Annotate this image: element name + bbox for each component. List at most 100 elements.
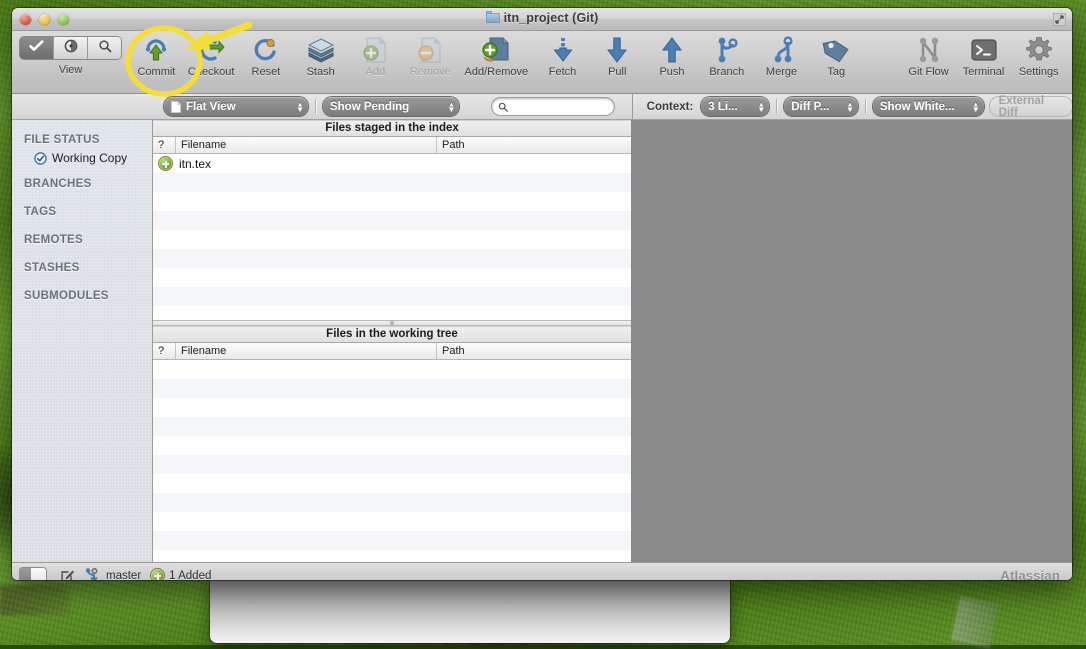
table-row-empty — [153, 417, 631, 436]
toolbar-button-reset[interactable]: Reset — [239, 31, 294, 78]
toolbar-label-add-remove: Add/Remove — [464, 66, 529, 78]
sidebar-item-working-copy[interactable]: Working Copy — [12, 150, 152, 166]
toolbar-label-terminal: Terminal — [962, 66, 1005, 78]
toolbar-button-git-flow[interactable]: Git Flow — [901, 31, 955, 78]
chevron-updown-icon: ▲ ▼ — [296, 99, 305, 114]
table-row-empty — [153, 287, 631, 306]
view-mode-value: Flat View — [186, 100, 236, 113]
gear-icon — [1025, 35, 1053, 65]
window-title: itn_project (Git) — [12, 11, 1072, 25]
worktree-pane-title: Files in the working tree — [153, 326, 631, 343]
branch-graph-icon — [714, 35, 740, 65]
branch-pull-icon — [83, 567, 101, 580]
checkout-arrow-icon — [197, 35, 225, 65]
current-branch-label: master — [106, 569, 142, 581]
sidebar-toggle-icon[interactable] — [20, 567, 46, 580]
diff-preset-dropdown[interactable]: Diff P... ▲ ▼ — [784, 97, 858, 116]
added-plus-icon — [151, 569, 165, 580]
search-input[interactable] — [492, 98, 614, 115]
edit-pencil-icon[interactable] — [60, 568, 75, 580]
toolbar-button-remove[interactable]: Remove — [403, 31, 458, 78]
push-up-arrow-icon — [660, 35, 684, 65]
toolbar-button-branch[interactable]: Branch — [699, 31, 754, 78]
sidebar-heading-stashes[interactable]: STASHES — [12, 250, 152, 278]
merge-graph-icon — [769, 35, 795, 65]
column-header-filename[interactable]: Filename — [176, 343, 437, 359]
sidebar-heading-branches[interactable]: BRANCHES — [12, 166, 152, 194]
toolbar-button-terminal[interactable]: Terminal — [956, 31, 1012, 78]
toolbar-button-stash[interactable]: Stash — [293, 31, 348, 78]
external-diff-label: External Diff — [998, 94, 1045, 119]
toolbar-button-add-remove[interactable]: Add/Remove — [458, 31, 536, 78]
toolbar-button-commit[interactable]: Commit — [129, 31, 184, 78]
toolbar-button-add[interactable]: Add — [348, 31, 403, 78]
view-mode-dropdown[interactable]: Flat View ▲ ▼ — [164, 97, 309, 116]
pending-filter-dropdown[interactable]: Show Pending ▲ ▼ — [322, 97, 460, 116]
whitespace-dropdown[interactable]: Show White... ▲ ▼ — [872, 97, 984, 116]
toolbar-label-commit: Commit — [137, 66, 176, 78]
chevron-updown-icon: ▲ ▼ — [971, 99, 980, 114]
reset-circular-arrow-icon — [252, 35, 280, 65]
worktree-column-headers: ? Filename Path — [153, 343, 631, 360]
commit-up-arrow-icon — [142, 35, 170, 65]
diff-preset-value: Diff P... — [791, 100, 830, 113]
fetch-down-arrow-icon — [551, 35, 575, 65]
view-segment-checkmark[interactable] — [20, 37, 55, 59]
table-row-empty — [153, 436, 631, 455]
whitespace-value: Show White... — [879, 100, 955, 113]
toolbar-button-pull[interactable]: Pull — [590, 31, 645, 78]
toolbar-separator-2 — [776, 99, 778, 114]
sidebar-heading-submodules[interactable]: SUBMODULES — [12, 278, 152, 306]
toolbar-label-stash: Stash — [306, 66, 335, 78]
column-header-status[interactable]: ? — [153, 343, 176, 359]
view-segment-history[interactable] — [54, 37, 89, 59]
sidebar-heading-file-status: FILE STATUS — [24, 134, 100, 146]
title-bar[interactable]: itn_project (Git) — [12, 8, 1072, 31]
remove-minus-file-icon — [417, 35, 443, 65]
toolbar-label-remove: Remove — [409, 66, 451, 78]
splitter-handle-dot — [390, 321, 394, 325]
context-lines-dropdown[interactable]: 3 Li... ▲ ▼ — [701, 97, 770, 116]
column-header-status[interactable]: ? — [153, 137, 176, 153]
toolbar-label-tag: Tag — [827, 66, 846, 78]
check-circle-icon — [34, 151, 47, 165]
toolbar-button-merge[interactable]: Merge — [754, 31, 809, 78]
diff-preview-pane[interactable] — [632, 120, 1072, 562]
worktree-file-rows[interactable] — [153, 360, 631, 569]
toolbar-button-tag[interactable]: Tag — [809, 31, 864, 78]
chevron-updown-icon: ▲ ▼ — [846, 99, 854, 114]
toolbar-label-fetch: Fetch — [548, 66, 577, 78]
column-header-path[interactable]: Path — [437, 343, 631, 359]
sidebar-heading-remotes[interactable]: REMOTES — [12, 222, 152, 250]
worktree-files-pane: Files in the working tree ? Filename Pat… — [153, 326, 631, 569]
staged-file-rows[interactable]: itn.tex — [153, 154, 631, 320]
context-lines-value: 3 Li... — [708, 100, 738, 113]
external-diff-button[interactable]: External Diff — [989, 94, 1072, 119]
search-icon — [98, 39, 112, 58]
add-plus-file-icon — [362, 35, 388, 65]
view-segment-search[interactable] — [88, 37, 122, 59]
toolbar-button-push[interactable]: Push — [645, 31, 700, 78]
sidebar: FILE STATUS Working Copy BRANCHES TAGS R… — [12, 120, 153, 562]
toolbar-label-branch: Branch — [709, 66, 745, 78]
toolbar-button-checkout[interactable]: Checkout — [184, 31, 239, 78]
column-header-path[interactable]: Path — [437, 137, 631, 153]
view-group-label: View — [58, 64, 83, 76]
background-window[interactable] — [210, 575, 730, 643]
fullscreen-icon[interactable] — [1053, 13, 1066, 26]
pending-filter-value: Show Pending — [329, 100, 410, 113]
column-header-filename[interactable]: Filename — [176, 137, 437, 153]
table-row-empty — [153, 211, 631, 230]
sidebar-heading-tags[interactable]: TAGS — [12, 194, 152, 222]
toolbar-label-add: Add — [365, 66, 386, 78]
toolbar-button-settings[interactable]: Settings — [1011, 31, 1066, 78]
toolbar-separator-3 — [864, 99, 866, 114]
view-segmented-control-group: View — [12, 31, 129, 76]
view-segmented-control[interactable] — [20, 37, 122, 59]
toolbar-label-git-flow: Git Flow — [908, 66, 949, 78]
terminal-prompt-icon — [970, 35, 998, 65]
status-bar: master 1 Added Atlassian — [12, 562, 1072, 580]
toolbar-button-fetch[interactable]: Fetch — [535, 31, 590, 78]
search-icon — [498, 102, 509, 112]
table-row[interactable]: itn.tex — [153, 154, 631, 173]
